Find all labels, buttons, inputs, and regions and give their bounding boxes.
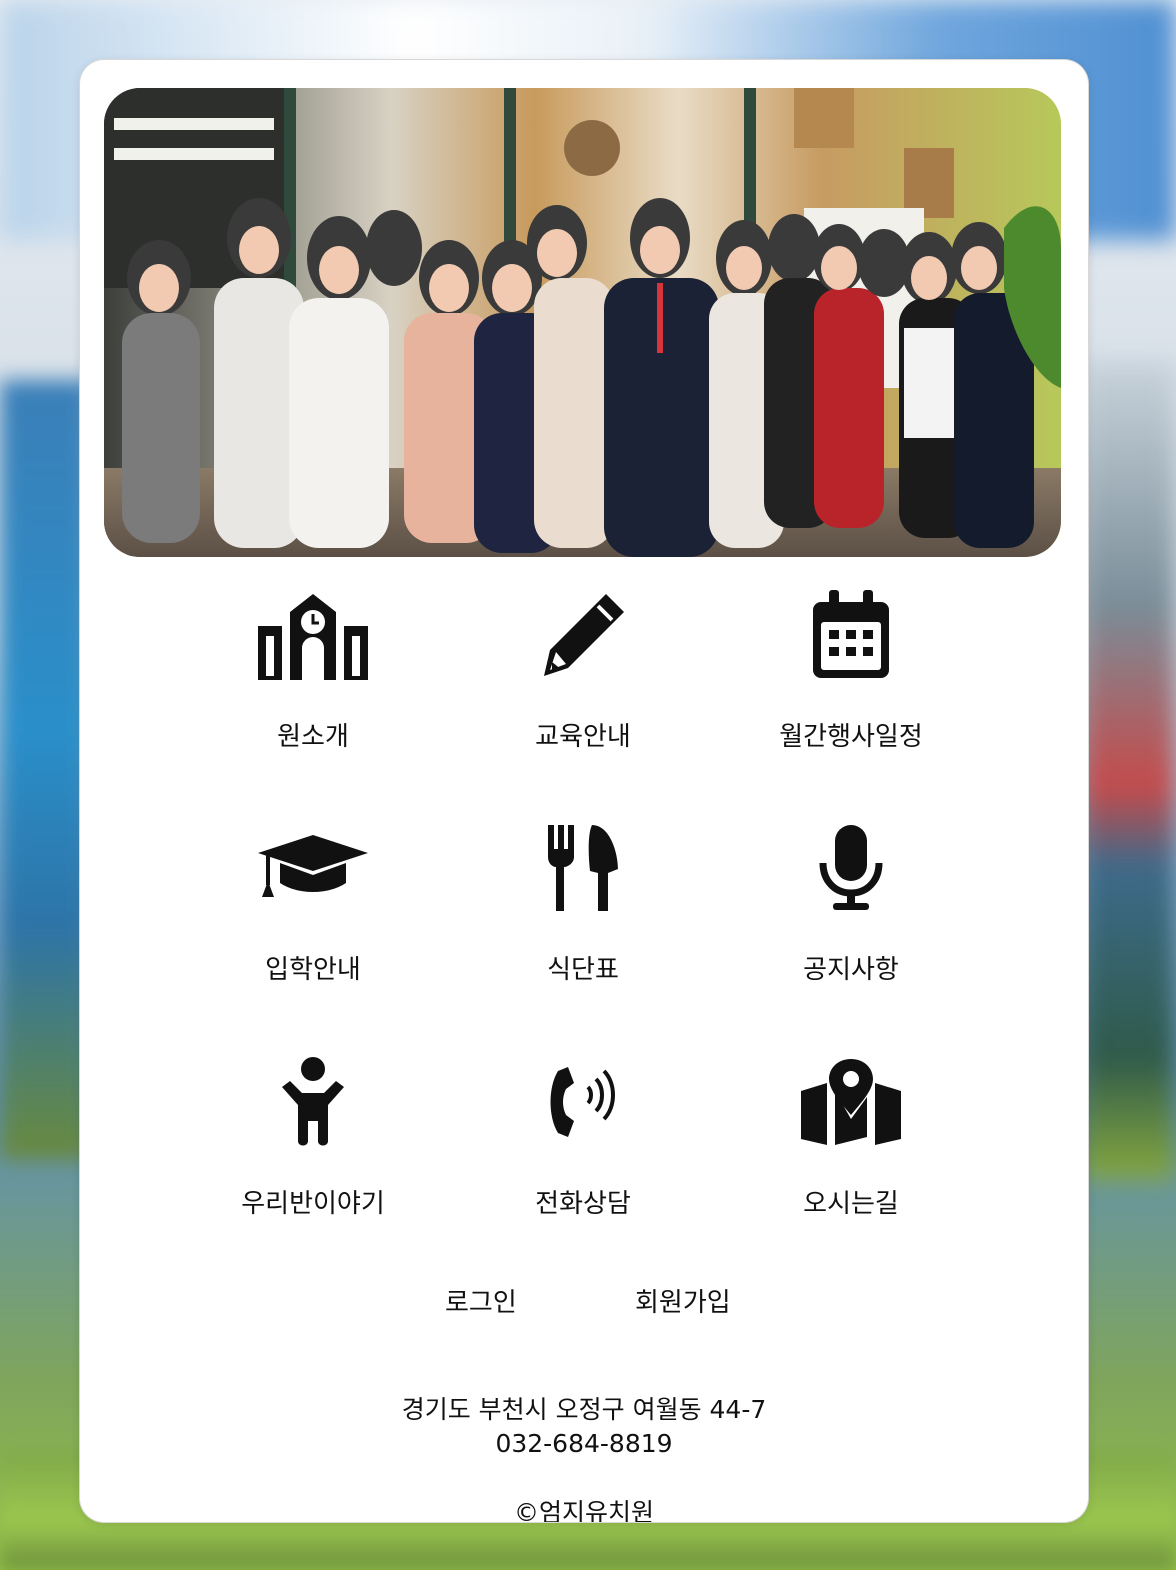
calendar-icon	[736, 588, 966, 682]
background-building-left	[0, 380, 90, 1160]
menu-item-classroom-story[interactable]: 우리반이야기	[198, 1047, 428, 1227]
utensils-icon	[468, 821, 698, 915]
footer-address: 경기도 부천시 오정구 여월동 44-7	[401, 1395, 767, 1424]
menu-item-education[interactable]: 교육안내	[468, 580, 698, 760]
menu-label: 원소개	[277, 722, 349, 752]
menu-label: 오시는길	[803, 1189, 899, 1219]
menu-item-meal[interactable]: 식단표	[468, 813, 698, 993]
menu-label: 교육안내	[535, 722, 631, 752]
background-building-right	[1081, 360, 1176, 1180]
footer-contact: 경기도 부천시 오정구 여월동 44-7 032-684-8819	[80, 1393, 1088, 1461]
menu-item-notice[interactable]: 공지사항	[736, 813, 966, 993]
hero-photo-illustration	[104, 88, 1061, 557]
school-icon	[198, 588, 428, 682]
menu-label: 공지사항	[803, 955, 899, 985]
auth-links: 로그인 회원가입	[80, 1282, 1088, 1332]
main-card: 원소개 교육안내 월간행사일정 입학안내 식단표 공지사항 우리반이야기 전화상…	[80, 60, 1088, 1522]
menu-label: 전화상담	[535, 1189, 631, 1219]
menu-item-directions[interactable]: 오시는길	[736, 1047, 966, 1227]
hero-group-photo	[104, 88, 1061, 557]
map-location-icon	[736, 1055, 966, 1149]
menu-item-calendar[interactable]: 월간행사일정	[736, 580, 966, 760]
menu-item-phone-consult[interactable]: 전화상담	[468, 1047, 698, 1227]
menu-label: 입학안내	[265, 955, 361, 985]
microphone-icon	[736, 821, 966, 915]
menu-label: 우리반이야기	[241, 1189, 385, 1219]
menu-item-admission[interactable]: 입학안내	[198, 813, 428, 993]
menu-label: 식단표	[547, 955, 619, 985]
menu-item-about[interactable]: 원소개	[198, 580, 428, 760]
footer-copyright: ©엄지유치원	[513, 1498, 654, 1522]
pencil-icon	[468, 588, 698, 682]
signup-link[interactable]: 회원가입	[635, 1282, 731, 1319]
menu-label: 월간행사일정	[779, 722, 923, 752]
footer-phone: 032-684-8819	[495, 1429, 673, 1458]
phone-volume-icon	[468, 1055, 698, 1149]
graduation-cap-icon	[198, 821, 428, 915]
login-link[interactable]: 로그인	[445, 1282, 517, 1319]
child-icon	[198, 1055, 428, 1149]
